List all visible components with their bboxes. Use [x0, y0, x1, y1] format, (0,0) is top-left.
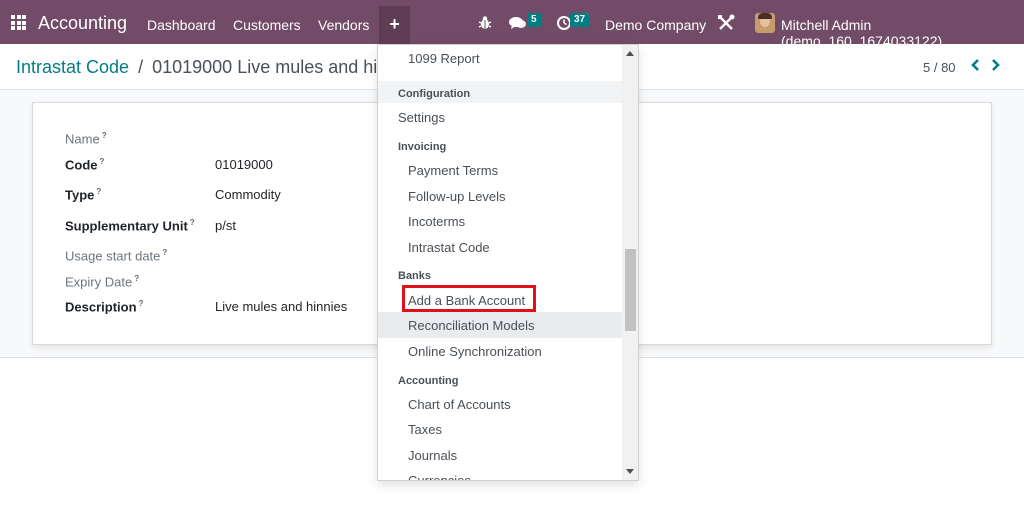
menu-plus-button[interactable]: + — [379, 6, 410, 44]
section-accounting: Accounting — [398, 375, 459, 387]
field-label-type: Type? — [65, 187, 102, 203]
menu-item-currencies[interactable]: Currencies — [408, 473, 471, 480]
breadcrumb-current: 01019000 Live mules and hin — [152, 57, 388, 77]
field-value-supplementary-unit[interactable]: p/st — [215, 218, 236, 233]
field-label-description: Description? — [65, 299, 144, 315]
help-icon[interactable]: ? — [100, 157, 105, 166]
menu-item-chart-of-accounts[interactable]: Chart of Accounts — [408, 397, 511, 412]
section-invoicing: Invoicing — [398, 141, 447, 153]
field-label-name: Name? — [65, 131, 107, 147]
activities-badge: 37 — [570, 13, 590, 27]
chevron-left-icon[interactable] — [968, 56, 982, 74]
menu-item-journals[interactable]: Journals — [408, 448, 457, 463]
menu-item-1099-report[interactable]: 1099 Report — [408, 51, 480, 66]
menu-item-incoterms[interactable]: Incoterms — [408, 214, 465, 229]
section-configuration: Configuration — [398, 88, 471, 100]
field-label-code: Code? — [65, 157, 105, 173]
pager-value[interactable]: 5 / 80 — [923, 60, 956, 75]
breadcrumb-parent-link[interactable]: Intrastat Code — [16, 57, 129, 77]
help-icon[interactable]: ? — [96, 187, 101, 196]
company-switcher[interactable]: Demo Company — [605, 17, 706, 33]
help-icon[interactable]: ? — [190, 218, 195, 227]
chat-icon[interactable] — [509, 16, 526, 30]
menu-item-intrastat-code[interactable]: Intrastat Code — [408, 240, 490, 255]
help-icon[interactable]: ? — [162, 248, 167, 257]
help-icon[interactable]: ? — [134, 274, 139, 283]
field-value-type[interactable]: Commodity — [215, 187, 281, 202]
menu-item-followup-levels[interactable]: Follow-up Levels — [408, 189, 506, 204]
highlight-annotation-box — [402, 285, 536, 312]
field-label-expiry-date: Expiry Date? — [65, 274, 140, 290]
field-value-description[interactable]: Live mules and hinnies — [215, 299, 347, 314]
menu-customers[interactable]: Customers — [233, 17, 301, 33]
field-value-code[interactable]: 01019000 — [215, 157, 273, 172]
chevron-right-icon[interactable] — [989, 56, 1003, 74]
menu-item-payment-terms[interactable]: Payment Terms — [408, 163, 498, 178]
scroll-up-arrow-icon[interactable] — [626, 51, 634, 56]
apps-grid-icon[interactable] — [11, 15, 26, 30]
messages-badge: 5 — [527, 13, 541, 27]
section-banks: Banks — [398, 270, 432, 282]
help-icon[interactable]: ? — [139, 299, 144, 308]
bug-icon[interactable] — [478, 15, 492, 30]
tools-icon[interactable] — [717, 14, 735, 32]
user-avatar[interactable] — [755, 13, 775, 33]
menu-dashboard[interactable]: Dashboard — [147, 17, 216, 33]
menu-item-taxes[interactable]: Taxes — [408, 422, 442, 437]
menu-item-settings[interactable]: Settings — [398, 110, 445, 125]
menu-item-online-synchronization[interactable]: Online Synchronization — [408, 344, 542, 359]
scrollbar-thumb[interactable] — [625, 249, 636, 331]
configuration-dropdown-menu: 1099 Report Configuration Settings Invoi… — [377, 44, 639, 481]
menu-item-reconciliation-models[interactable]: Reconciliation Models — [408, 318, 534, 333]
menu-vendors[interactable]: Vendors — [318, 17, 369, 33]
top-navbar: Accounting Dashboard Customers Vendors +… — [0, 0, 1024, 49]
app-title[interactable]: Accounting — [38, 13, 127, 34]
field-label-supplementary-unit: Supplementary Unit? — [65, 218, 195, 234]
help-icon[interactable]: ? — [102, 131, 107, 140]
dropdown-scrollbar[interactable] — [622, 45, 638, 480]
clock-icon[interactable] — [557, 16, 571, 30]
breadcrumb: Intrastat Code / 01019000 Live mules and… — [16, 57, 387, 78]
field-label-usage-start-date: Usage start date? — [65, 248, 168, 264]
breadcrumb-separator: / — [138, 57, 144, 77]
scroll-down-arrow-icon[interactable] — [626, 469, 634, 474]
